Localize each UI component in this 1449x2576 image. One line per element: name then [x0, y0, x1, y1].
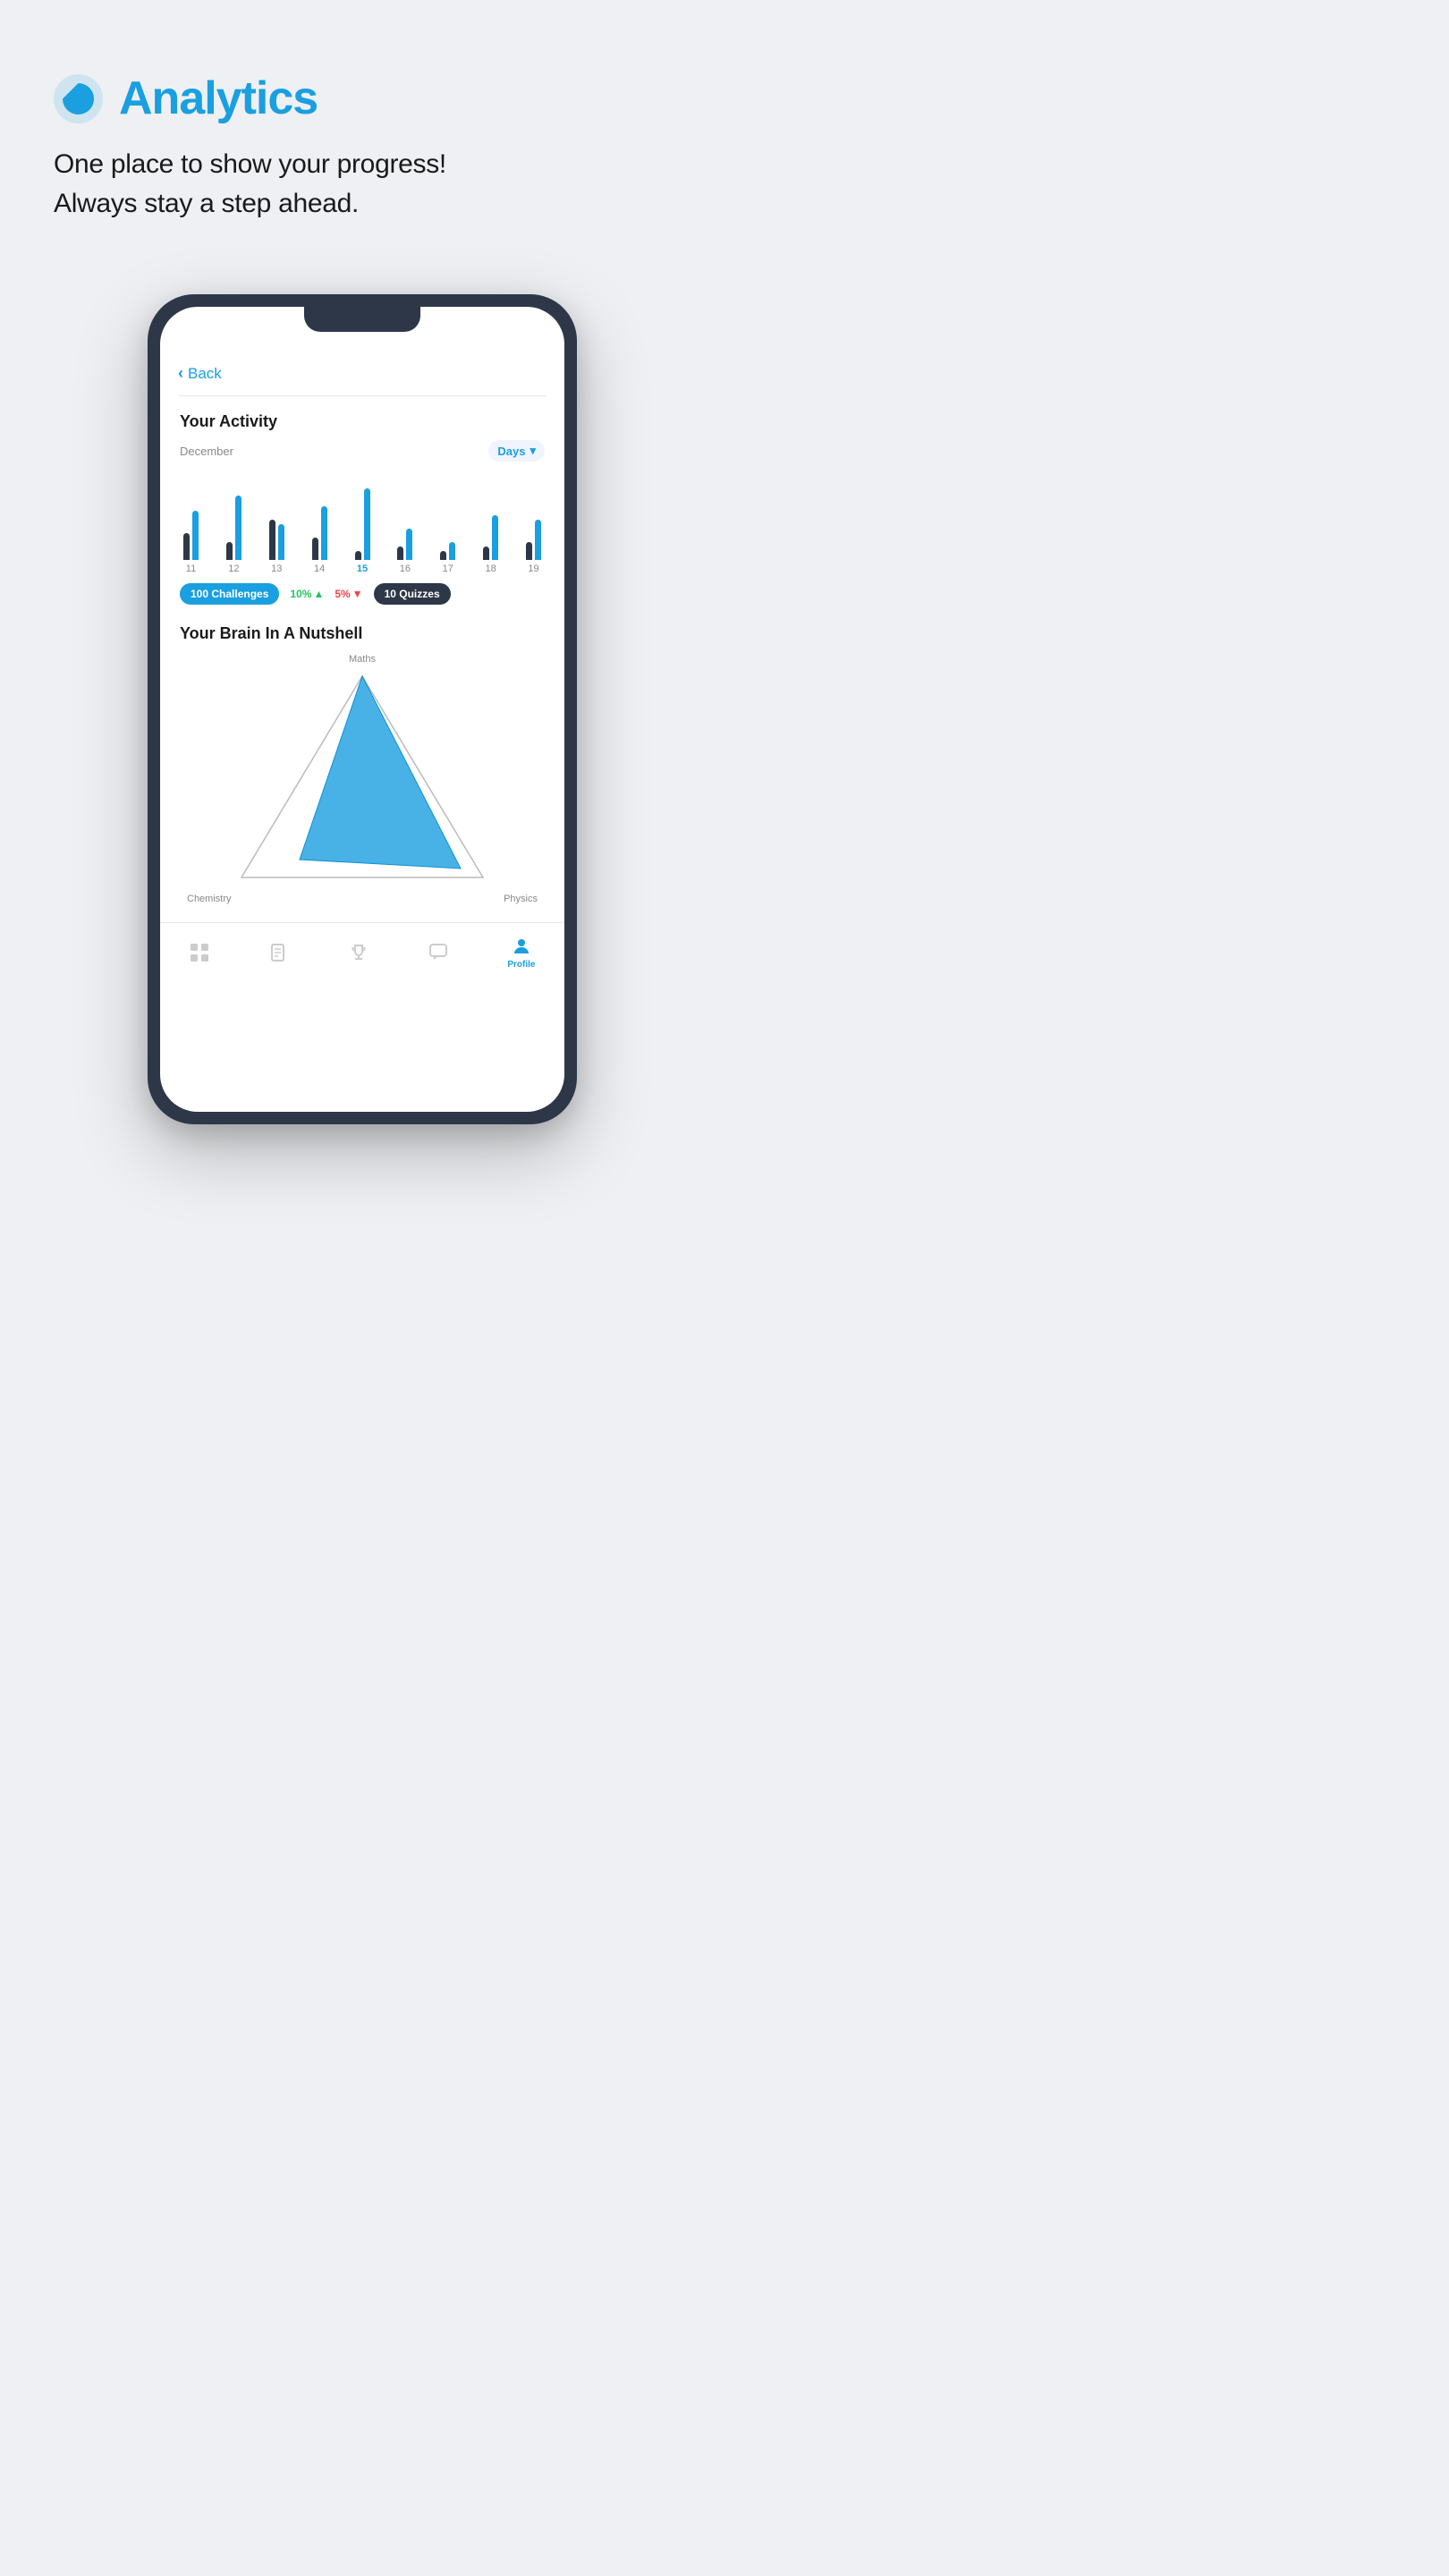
- bar-group-11: 11: [183, 479, 199, 574]
- triangle-container: Maths Chemistry Physics: [180, 654, 545, 904]
- book-icon: [268, 942, 290, 963]
- header-section: Analytics One place to show your progres…: [0, 0, 724, 250]
- activity-section: Your Activity December Days ▾: [160, 396, 564, 615]
- label-physics: Physics: [504, 894, 538, 904]
- profile-nav-label: Profile: [507, 960, 535, 970]
- nav-item-dashboard[interactable]: [189, 942, 210, 963]
- bar-blue-13: [278, 524, 284, 560]
- profile-icon: [511, 936, 532, 957]
- activity-title: Your Activity: [180, 412, 545, 431]
- bar-blue-18: [492, 515, 498, 560]
- phone-outer-frame: ‹ Back Your Activity December Days ▾: [148, 294, 577, 1124]
- trophy-icon: [348, 942, 369, 963]
- stat-red: 5% ▼: [335, 588, 362, 600]
- chat-icon: [428, 942, 449, 963]
- bar-dark-14: [312, 538, 318, 560]
- days-dropdown[interactable]: Days ▾: [488, 440, 545, 462]
- bar-chart: 11 12: [180, 476, 545, 574]
- nav-item-profile[interactable]: Profile: [507, 936, 535, 970]
- bar-label-12: 12: [228, 564, 239, 574]
- stat-green-value: 10%: [290, 588, 311, 600]
- back-button[interactable]: ‹ Back: [160, 352, 564, 395]
- bar-group-15: 15: [355, 479, 370, 574]
- bar-dark-18: [483, 547, 489, 560]
- bar-group-14: 14: [312, 479, 327, 574]
- bar-dark-11: [183, 533, 190, 560]
- screen-content: ‹ Back Your Activity December Days ▾: [160, 307, 564, 987]
- challenges-label: Challenges: [211, 588, 268, 600]
- bar-blue-19: [535, 520, 541, 560]
- dropdown-arrow-icon: ▾: [530, 444, 536, 458]
- bar-label-16: 16: [400, 564, 411, 574]
- quizzes-label: Quizzes: [399, 588, 439, 600]
- nav-item-trophy[interactable]: [348, 942, 369, 963]
- activity-header: December Days ▾: [180, 440, 545, 462]
- challenges-count: 100: [191, 588, 208, 600]
- down-arrow-icon: ▼: [352, 588, 363, 600]
- bar-dark-16: [397, 547, 403, 560]
- back-label: Back: [188, 365, 222, 383]
- header-subtitle: One place to show your progress! Always …: [54, 145, 671, 223]
- bar-group-18: 18: [483, 479, 498, 574]
- phone-screen: ‹ Back Your Activity December Days ▾: [160, 307, 564, 1112]
- brain-triangle-svg: [228, 663, 496, 895]
- bar-group-13: 13: [269, 479, 284, 574]
- bar-group-16: 16: [397, 479, 412, 574]
- title-row: Analytics: [54, 72, 671, 125]
- label-chemistry: Chemistry: [187, 894, 232, 904]
- challenges-badge: 100 Challenges: [180, 583, 279, 605]
- page-title: Analytics: [119, 72, 318, 125]
- bar-blue-12: [235, 496, 242, 560]
- month-label: December: [180, 445, 233, 458]
- bar-label-19: 19: [528, 564, 538, 574]
- bar-label-11: 11: [186, 564, 196, 574]
- phone-mockup-wrapper: ‹ Back Your Activity December Days ▾: [0, 294, 724, 1178]
- dashboard-icon: [189, 942, 210, 963]
- quizzes-badge: 10 Quizzes: [374, 583, 451, 605]
- bar-dark-15: [355, 551, 361, 560]
- back-chevron-icon: ‹: [178, 364, 183, 383]
- bar-blue-11: [192, 511, 199, 560]
- bar-label-14: 14: [314, 564, 325, 574]
- label-maths: Maths: [349, 654, 376, 665]
- bottom-nav: Profile: [160, 922, 564, 987]
- brain-section: Your Brain In A Nutshell Maths Chemistry: [160, 615, 564, 913]
- bar-dark-19: [526, 542, 532, 560]
- bar-label-15: 15: [357, 564, 368, 574]
- stat-green: 10% ▲: [290, 588, 324, 600]
- quizzes-count: 10: [385, 588, 396, 600]
- bar-label-18: 18: [486, 564, 496, 574]
- bar-label-13: 13: [271, 564, 282, 574]
- bar-blue-16: [406, 529, 412, 560]
- nav-item-chat[interactable]: [428, 942, 449, 963]
- stat-red-value: 5%: [335, 588, 350, 600]
- up-arrow-icon: ▲: [313, 588, 324, 600]
- bar-blue-15: [364, 488, 370, 560]
- days-label: Days: [497, 445, 525, 458]
- phone-notch: [304, 307, 420, 332]
- bar-group-12: 12: [226, 479, 242, 574]
- stats-row: 100 Challenges 10% ▲ 5% ▼ 10: [180, 583, 545, 605]
- bar-group-19: 19: [526, 479, 541, 574]
- nav-item-book[interactable]: [268, 942, 290, 963]
- bar-blue-17: [449, 542, 455, 560]
- analytics-pie-icon: [54, 74, 103, 123]
- bar-dark-12: [226, 542, 233, 560]
- bar-blue-14: [321, 506, 327, 560]
- bar-dark-17: [440, 551, 446, 560]
- bar-label-17: 17: [443, 564, 453, 574]
- bar-dark-13: [269, 520, 275, 560]
- brain-title: Your Brain In A Nutshell: [180, 624, 545, 643]
- bar-group-17: 17: [440, 479, 455, 574]
